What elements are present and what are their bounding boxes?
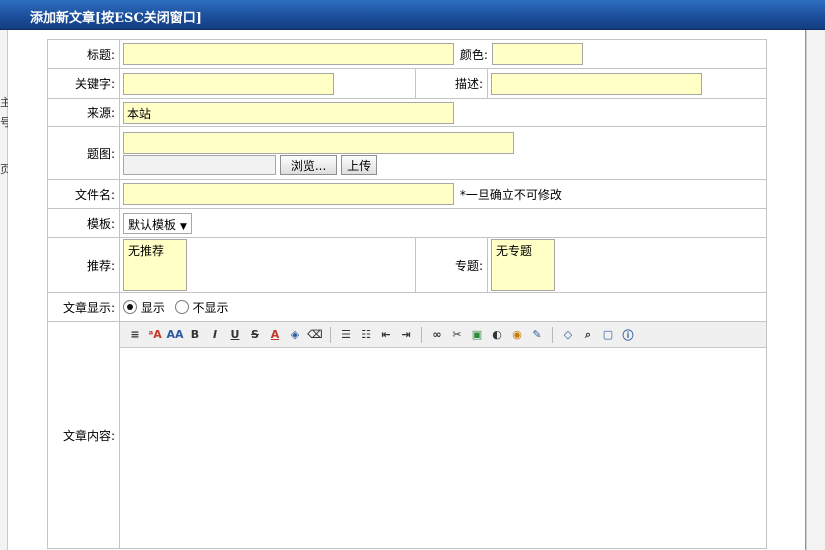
template-cell: 默认模板 ▼ [119, 208, 767, 238]
description-input[interactable] [491, 72, 702, 95]
preview-icon[interactable]: ⌕ [579, 326, 597, 344]
image-cell: 浏览... 上传 [119, 126, 767, 180]
toolbar-separator [552, 326, 553, 343]
link-icon[interactable]: ∞ [428, 326, 446, 344]
recommend-listbox[interactable]: 无推荐 [123, 239, 187, 291]
unlink-icon[interactable]: ✂ [448, 326, 466, 344]
display-row: 文章显示: 显示 不显示 [47, 292, 767, 322]
description-cell [487, 68, 767, 99]
add-article-dialog: 标题: 颜色: 关键字: 描述: 来源: 本站 题图: 浏览... 上传 文件名… [8, 30, 806, 550]
bold-icon[interactable]: B [186, 326, 204, 344]
font-style-icon[interactable]: ᵃA [146, 326, 164, 344]
topic-cell: 无专题 [487, 237, 767, 293]
source-input[interactable]: 本站 [123, 101, 454, 124]
edit-icon[interactable]: ✎ [528, 326, 546, 344]
display-hide-radio[interactable] [174, 300, 189, 314]
title-cell: 颜色: [119, 39, 767, 69]
display-cell: 显示 不显示 [119, 292, 767, 322]
font-size-icon[interactable]: AA [166, 326, 184, 344]
about-icon[interactable]: ⓘ [619, 326, 637, 344]
browse-button[interactable]: 浏览... [279, 154, 338, 175]
dialog-titlebar[interactable]: 添加新文章[按ESC关闭窗口] [0, 0, 825, 30]
filename-row: 文件名: *一旦确立不可修改 [47, 179, 767, 209]
template-select[interactable]: 默认模板 ▼ [123, 212, 192, 234]
format-paragraph-icon[interactable]: ≡ [126, 326, 144, 344]
description-label: 描述: [415, 68, 488, 99]
color-input[interactable] [491, 43, 583, 65]
filename-cell: *一旦确立不可修改 [119, 179, 767, 209]
topic-listbox[interactable]: 无专题 [491, 239, 555, 291]
strikethrough-icon[interactable]: S [246, 326, 264, 344]
font-color-icon[interactable]: A [266, 326, 284, 344]
source-row: 来源: 本站 [47, 98, 767, 127]
background-page-strip: 主 号 页 [0, 30, 11, 550]
article-form: 标题: 颜色: 关键字: 描述: 来源: 本站 题图: 浏览... 上传 文件名… [47, 39, 767, 549]
bulleted-list-icon[interactable]: ☷ [357, 326, 375, 344]
image-row: 题图: 浏览... 上传 [47, 126, 767, 180]
image-label: 题图: [47, 126, 120, 180]
keywords-row: 关键字: 描述: [47, 68, 767, 99]
background-color-icon[interactable]: ◈ [286, 326, 304, 344]
filename-label: 文件名: [47, 179, 120, 209]
recommend-cell: 无推荐 [119, 237, 416, 293]
display-label: 文章显示: [47, 292, 120, 322]
display-hide-label[interactable]: 不显示 [193, 301, 229, 315]
title-input[interactable] [123, 43, 454, 65]
content-cell: ≡ ᵃA AA B I U S A ◈ ⌫ ☰ ☷ ⇤ ⇥ ∞ ✂ ▣ ◐ ◉ … [119, 321, 767, 549]
template-row: 模板: 默认模板 ▼ [47, 208, 767, 238]
display-show-label[interactable]: 显示 [141, 301, 165, 315]
media-icon[interactable]: ◉ [508, 326, 526, 344]
image-url-input[interactable] [123, 131, 514, 154]
content-editor[interactable] [120, 348, 766, 548]
toolbar-separator [421, 326, 422, 343]
dropdown-arrow-icon: ▼ [180, 221, 187, 232]
title-label: 标题: [47, 39, 120, 69]
topic-label: 专题: [415, 237, 488, 293]
keywords-label: 关键字: [47, 68, 120, 99]
image-file-input[interactable] [123, 154, 276, 175]
recommend-option[interactable]: 无推荐 [128, 244, 164, 258]
upload-button[interactable]: 上传 [341, 154, 378, 175]
filename-note: *一旦确立不可修改 [459, 187, 562, 202]
title-row: 标题: 颜色: [47, 39, 767, 69]
recommend-label: 推荐: [47, 237, 120, 293]
content-row: 文章内容: ≡ ᵃA AA B I U S A ◈ ⌫ ☰ ☷ ⇤ ⇥ ∞ ✂ … [47, 321, 767, 549]
source-code-icon[interactable]: ◇ [559, 326, 577, 344]
content-label: 文章内容: [47, 321, 120, 549]
display-show-radio[interactable] [123, 300, 137, 314]
filename-input[interactable] [123, 183, 454, 205]
keywords-cell [119, 68, 416, 99]
toolbar-separator [330, 326, 331, 343]
align-left-icon[interactable]: ☰ [337, 326, 355, 344]
template-selected-value: 默认模板 [128, 217, 177, 232]
template-label: 模板: [47, 208, 120, 238]
image-icon[interactable]: ▣ [468, 326, 486, 344]
underline-icon[interactable]: U [226, 326, 244, 344]
indent-icon[interactable]: ⇥ [397, 326, 415, 344]
source-label: 来源: [47, 98, 120, 127]
dialog-title: 添加新文章[按ESC关闭窗口] [30, 11, 202, 26]
flash-icon[interactable]: ◐ [488, 326, 506, 344]
eraser-icon[interactable]: ⌫ [306, 326, 324, 344]
topic-option[interactable]: 无专题 [496, 244, 532, 258]
editor-toolbar: ≡ ᵃA AA B I U S A ◈ ⌫ ☰ ☷ ⇤ ⇥ ∞ ✂ ▣ ◐ ◉ … [120, 322, 766, 348]
source-cell: 本站 [119, 98, 767, 127]
keywords-input[interactable] [123, 72, 334, 95]
fullscreen-icon[interactable]: ▢ [599, 326, 617, 344]
recommend-topic-row: 推荐: 无推荐 专题: 无专题 [47, 237, 767, 293]
right-edge-strip [806, 30, 825, 550]
outdent-icon[interactable]: ⇤ [377, 326, 395, 344]
italic-icon[interactable]: I [206, 326, 224, 344]
color-label: 颜色: [459, 47, 488, 62]
